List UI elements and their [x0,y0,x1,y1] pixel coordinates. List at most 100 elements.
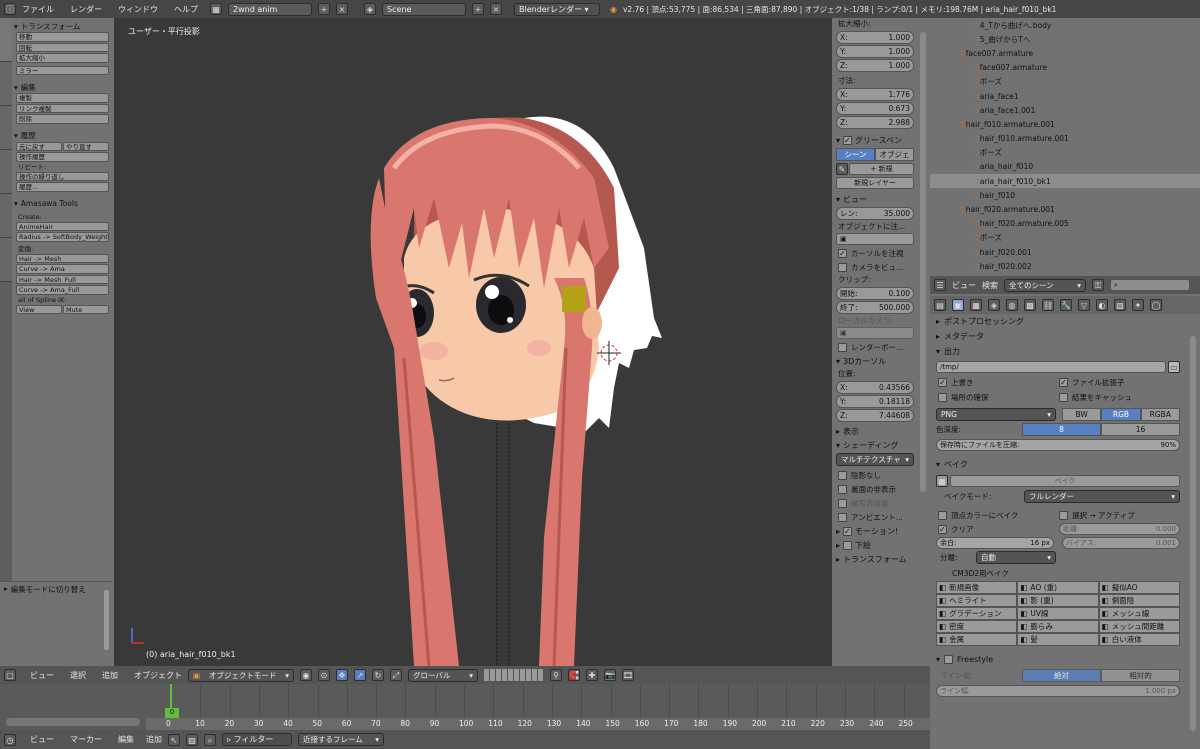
orientation-dropdown[interactable]: グローバル ▾ [408,668,478,682]
lock-cursor-checkbox[interactable] [838,248,847,258]
compression-slider[interactable]: 保存時にファイルを圧縮: 90% [936,439,1180,451]
view-menu[interactable]: ビュー [30,670,54,681]
tab-relations[interactable] [0,106,12,150]
select-menu[interactable]: 選択 [70,670,86,681]
modifiers-tab-icon[interactable]: 🔧 [1060,299,1072,311]
backface-toggle[interactable]: 裏面の非表示 [832,482,928,496]
new-grease-button[interactable]: + 新規 [849,163,914,175]
cm3d2-bake-button[interactable]: ◧ 密度 [936,620,1018,633]
outliner-item[interactable]: ▽ hair_f010 [930,188,1200,202]
scene-icon[interactable]: ◈ [364,3,376,15]
cm3d2-bake-button[interactable]: ◧ AO (重) [1017,581,1099,594]
layout-icon[interactable]: ▦ [210,3,222,15]
outliner-item[interactable]: ▽ hair_f010.armature.001 [930,117,1200,131]
ao-checkbox[interactable] [838,512,847,522]
metadata-header[interactable]: ▸ メタデータ [930,329,1200,344]
character-model[interactable] [114,18,832,666]
placeholders-toggle[interactable]: 場所の確保 [938,392,1059,403]
add-screen-icon[interactable]: + [318,3,330,15]
lock-camera-checkbox[interactable] [838,262,847,272]
cache-result-checkbox[interactable] [1059,393,1068,402]
mirror-button[interactable]: ミラー [16,65,109,75]
history-section-header[interactable]: ▾ 履歴 [12,130,112,142]
dof-toggle[interactable]: 被写界深度 [832,496,928,510]
motion-header[interactable]: ▸ モーション! [832,524,928,538]
menu-window[interactable]: ウィンドウ [118,4,158,15]
cm3d2-bake-button[interactable]: ◧ ヘミライト [936,594,1018,607]
view-section-header[interactable]: ▾ ビュー [832,192,928,206]
tab-tools[interactable] [0,18,12,62]
bake-vcol-checkbox[interactable] [938,511,947,520]
material-tab-icon[interactable]: ◐ [1096,299,1108,311]
menu-render[interactable]: レンダー [70,4,102,15]
outliner-item[interactable]: ▽ aria_hair_f010 [930,160,1200,174]
cm3d2-bake-button[interactable]: ◧ 側面陰 [1098,594,1180,607]
line-width-field[interactable]: ライン幅: 1.000 px [936,685,1180,697]
outliner-search-menu[interactable]: 検索 [982,280,998,291]
delete-button[interactable]: 削除 [16,114,109,124]
operator-scrollbar[interactable] [104,590,109,650]
absolute-button[interactable]: 絶対 [1022,669,1101,682]
outliner-item[interactable]: ▽ aria_hair_f010_bk1 [930,174,1200,189]
view-button[interactable]: View [16,304,62,314]
snap-icon[interactable]: 🧲 [568,669,580,681]
margin-field[interactable]: 余白: 16 px [936,537,1054,549]
color-rgb-button[interactable]: RGB [1101,408,1141,421]
dof-checkbox[interactable] [838,498,847,508]
split-dropdown[interactable]: 自動 ▾ [976,551,1056,564]
cm3d2-bake-button[interactable]: ◧ 影 (重) [1017,594,1099,607]
tab-physics[interactable] [0,194,12,238]
outliner-item[interactable]: ▽ hair_f020.002 [930,259,1200,273]
selected-to-active-checkbox[interactable] [1059,511,1068,520]
mute-button[interactable]: Mute [63,304,109,314]
manipulator-icon[interactable]: ✥ [336,669,348,681]
move-button[interactable]: 移動 [16,32,109,42]
backface-checkbox[interactable] [838,484,847,494]
outliner-item[interactable]: ▽ hair_f020.armature.001 [930,202,1200,216]
tab-create[interactable] [0,62,12,106]
grease-pencil-header[interactable]: ▾ グリースペン [832,133,928,147]
output-path-input[interactable]: /tmp/ [936,361,1166,373]
bake-header[interactable]: ▾ ベイク [930,457,1200,472]
cm3d2-bake-button[interactable]: ◧ 膨らみ [1017,620,1099,633]
grease-icon[interactable]: ▨ [186,733,198,746]
placeholders-checkbox[interactable] [938,393,947,402]
add-scene-icon[interactable]: + [472,3,484,15]
new-layer-button[interactable]: 新規レイヤー [836,177,914,189]
folder-icon[interactable]: ▭ [1168,361,1180,373]
search-icon[interactable]: ⌕ [204,733,216,746]
repeat-last-button[interactable]: 操作の繰り返し [16,171,109,181]
lock-cursor-toggle[interactable]: カーソルを注視 [832,246,928,260]
cm3d2-bake-button[interactable]: ◧ 髪 [1017,633,1099,646]
object-tab-icon[interactable]: ▩ [1024,299,1036,311]
lock-layers-icon[interactable]: ⚲ [550,669,562,681]
timeline-view-menu[interactable]: ビュー [30,734,54,745]
particles-tab-icon[interactable]: ✦ [1132,299,1144,311]
hair-to-mesh-button[interactable]: Hair -> Mesh [16,253,109,263]
properties-editor-icon[interactable]: ▤ [934,299,946,311]
freestyle-checkbox[interactable] [944,655,954,664]
snap-target-icon[interactable]: ✚ [586,669,598,681]
animehair-button[interactable]: AnimeHair [16,221,109,231]
tab-object[interactable]: オブジェ [875,148,914,161]
cursor-z-field[interactable]: Z: 7.44608 [836,409,914,422]
editor-type-icon[interactable]: ☰ [934,279,946,291]
mode-dropdown[interactable]: ▣ オブジェクトモード ▾ [188,668,294,682]
outliner-view-menu[interactable]: ビュー [952,280,976,291]
outliner-item[interactable]: ▽ face007.armature [930,46,1200,60]
3d-cursor-header[interactable]: ▾ 3Dカーソル [832,354,928,368]
operator-header[interactable]: ▸ 編集モードに切り替え [0,582,112,597]
shading-header[interactable]: ▾ シェーディング [832,438,928,452]
pencil-icon[interactable]: ✎ [836,163,848,175]
screen-layout-field[interactable]: 2wnd anim [228,2,312,16]
object-menu[interactable]: オブジェクト [134,670,182,681]
overwrite-checkbox[interactable] [938,378,947,387]
render-engine-dropdown[interactable]: Blenderレンダー ▾ [514,2,600,16]
undo-button[interactable]: 元に戻す [16,141,62,151]
timeline-edit-menu[interactable]: 編集 [118,734,134,745]
ao-toggle[interactable]: アンビエント... [832,510,928,524]
tab-grease-pencil[interactable] [0,238,12,282]
scale-button[interactable]: 拡大縮小 [16,53,109,63]
freestyle-header[interactable]: ▾ Freestyle [930,652,1200,667]
cursor-x-field[interactable]: X: 0.43566 [836,381,914,394]
